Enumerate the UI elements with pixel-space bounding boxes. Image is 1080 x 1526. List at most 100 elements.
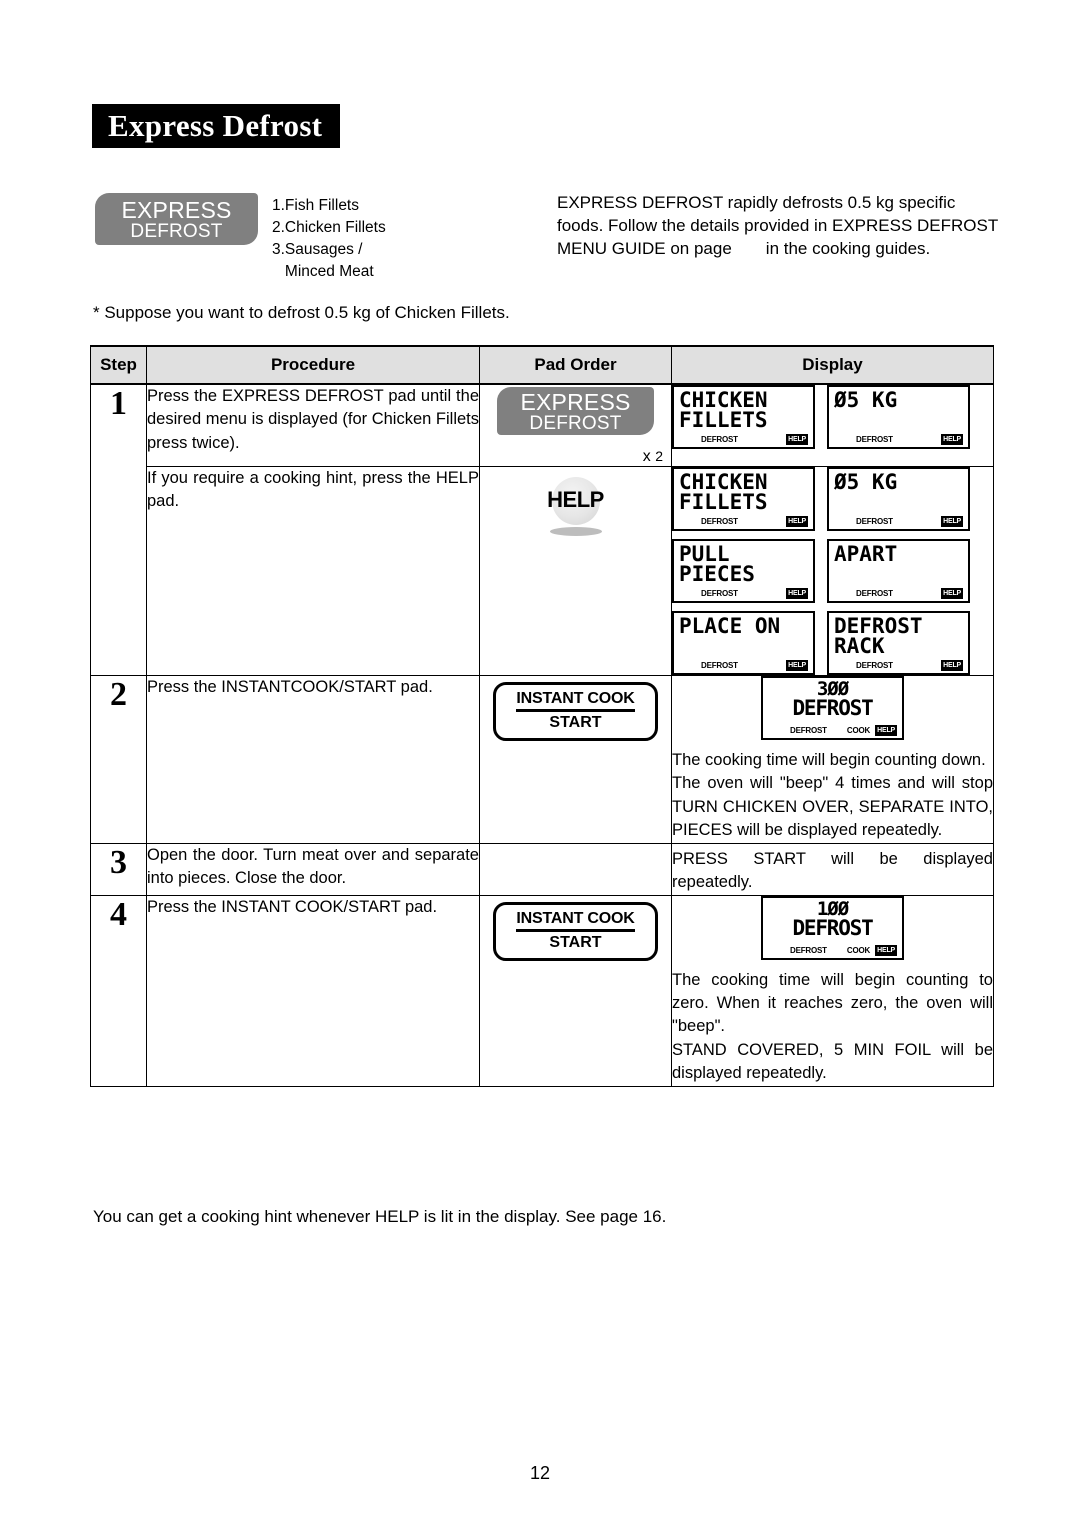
lcd-panel: Ø5 KG DEFROST HELP [827,467,970,531]
lcd-row: PLACE ON DEFROST HELP DEFROST RACK DEFRO… [672,611,993,675]
display-note-step4: The cooking time will begin counting to … [672,970,993,1083]
intro-paragraph-part3: in the cooking guides. [765,239,931,259]
header-procedure: Procedure [146,345,480,385]
lcd-indicator-defrost: DEFROST [856,589,893,598]
lcd-indicator-cook: COOK [846,726,871,735]
lcd-indicator-help: HELP [786,434,808,445]
lcd-time-word: DEFROST [792,696,873,720]
procedure-step1a: Press the EXPRESS DEFROST pad until the … [146,383,480,467]
table-row-step1b: If you require a cooking hint, press the… [91,466,994,676]
lcd-panel-time: 1ØØ DEFROST DEFROST COOK HELP [761,895,904,960]
lcd-panel: CHICKEN FILLETS DEFROST HELP [672,385,815,449]
lcd-text: CHICKEN FILLETS [679,472,808,513]
lcd-indicator-help: HELP [786,588,808,599]
lcd-indicator-help: HELP [786,516,808,527]
lcd-panel: Ø5 KG DEFROST HELP [827,385,970,449]
table-row-step1a: 1 Press the EXPRESS DEFROST pad until th… [90,383,994,676]
help-pad-label: HELP [547,487,604,512]
pad-order-step4: INSTANT COOK START [479,894,672,1087]
instant-cook-label: INSTANT COOK [516,690,635,712]
lcd-text: Ø5 KG [834,390,963,411]
header-pad-order: Pad Order [479,345,672,385]
procedure-table: Step Procedure Pad Order Display 1 Press… [90,345,994,1087]
start-label: START [549,933,602,951]
lcd-indicator-help: HELP [875,725,897,736]
step-number-4: 4 [90,894,147,1087]
display-note-step3: PRESS START will be displayed repeatedly… [672,849,993,892]
pad-order-step1a: EXPRESS DEFROST x 2 [479,383,672,467]
lcd-panel: APART DEFROST HELP [827,539,970,603]
lcd-panel: CHICKEN FILLETS DEFROST HELP [672,467,815,531]
lcd-text: CHICKEN FILLETS [679,390,808,431]
lcd-text: PULL PIECES [679,544,808,585]
lcd-indicator-defrost: DEFROST [856,435,893,444]
lcd-indicator-defrost: DEFROST [701,517,738,526]
lcd-indicator-defrost: DEFROST [856,517,893,526]
display-step2: 3ØØ DEFROST DEFROST COOK HELP The cookin… [671,675,994,844]
instant-cook-start-pad[interactable]: INSTANT COOK START [493,901,658,961]
step-number-2: 2 [90,675,147,844]
lcd-indicator-help: HELP [875,944,897,956]
footer-note: You can get a cooking hint whenever HELP… [93,1207,667,1226]
lcd-time-word: DEFROST [792,915,873,940]
lcd-indicator-help: HELP [941,516,963,527]
display-note-step2: The cooking time will begin counting dow… [672,751,993,840]
lcd-text: APART [834,544,963,565]
instant-cook-label: INSTANT COOK [516,910,635,932]
pad-order-step3-empty [479,842,672,896]
display-step1a: CHICKEN FILLETS DEFROST HELP Ø5 KG DEFRO… [671,383,994,467]
lcd-text: PLACE ON [679,616,808,637]
lcd-indicator-help: HELP [786,660,808,671]
start-label: START [549,714,602,731]
express-defrost-pad-line1: EXPRESS [520,389,631,415]
lcd-panel: PULL PIECES DEFROST HELP [672,539,815,603]
lcd-indicator-bar: DEFROST HELP [674,516,813,527]
express-defrost-pad[interactable]: EXPRESS DEFROST [95,193,264,252]
lcd-indicator-help: HELP [941,434,963,445]
lcd-indicator-defrost: DEFROST [701,589,738,598]
lcd-indicator-bar: DEFROST HELP [674,434,813,445]
display-step3: PRESS START will be displayed repeatedly… [671,842,994,896]
express-defrost-menu-list: 1.Fish Fillets 2.Chicken Fillets 3.Sausa… [272,197,386,280]
lcd-indicator-defrost: DEFROST [790,945,827,955]
page-title: Express Defrost [108,108,323,143]
press-count-value: 2 [655,448,663,464]
lcd-indicator-defrost: DEFROST [856,661,893,670]
lcd-indicator-help: HELP [941,660,963,671]
lcd-indicator-bar: DEFROST HELP [829,660,968,671]
express-defrost-pad-line1: EXPRESS [121,197,232,223]
pad-order-step2: INSTANT COOK START [479,675,672,844]
table-header-row: Step Procedure Pad Order Display [90,345,994,385]
lcd-indicator-bar: DEFROST HELP [829,434,968,445]
intro-paragraph: EXPRESS DEFROST rapidly defrosts 0.5 kg … [557,191,1005,260]
lcd-indicator-bar: DEFROST COOK HELP [763,725,902,736]
page-number: 12 [529,1463,551,1483]
step-number-1: 1 [90,383,147,676]
lcd-text: DEFROST RACK [834,616,963,657]
lcd-indicator-bar: DEFROST HELP [829,588,968,599]
pad-order-step1b: HELP [479,466,672,676]
example-intro-line: * Suppose you want to defrost 0.5 kg of … [93,303,510,322]
lcd-panel: DEFROST RACK DEFROST HELP [827,611,970,675]
express-defrost-pad-line2: DEFROST [529,413,622,435]
instant-cook-start-pad[interactable]: INSTANT COOK START [493,682,658,741]
express-defrost-pad-step1[interactable]: EXPRESS DEFROST [497,387,660,442]
lcd-indicator-help: HELP [941,588,963,599]
press-count-prefix: x [642,448,651,465]
lcd-indicator-bar: DEFROST HELP [674,660,813,671]
display-step4: 1ØØ DEFROST DEFROST COOK HELP The cookin… [671,894,994,1087]
table-row-step2: 2 Press the INSTANTCOOK/START pad. INSTA… [90,675,994,844]
table-row-step3: 3 Open the door. Turn meat over and sepa… [90,842,994,896]
lcd-indicator-defrost: DEFROST [790,726,827,735]
lcd-text: Ø5 KG [834,472,963,493]
lcd-indicator-cook: COOK [846,945,871,955]
lcd-panel: PLACE ON DEFROST HELP [672,611,815,675]
press-count-label: x 2 [480,448,671,466]
help-pad[interactable]: HELP [480,477,671,539]
procedure-step3: Open the door. Turn meat over and separa… [146,842,480,896]
lcd-row: CHICKEN FILLETS DEFROST HELP Ø5 KG DEFRO… [672,385,993,449]
procedure-step4: Press the INSTANT COOK/START pad. [146,894,480,1087]
header-display: Display [671,345,994,385]
lcd-row: PULL PIECES DEFROST HELP APART DEFROST H… [672,539,993,603]
table-row-step4: 4 Press the INSTANT COOK/START pad. INST… [90,894,994,1087]
